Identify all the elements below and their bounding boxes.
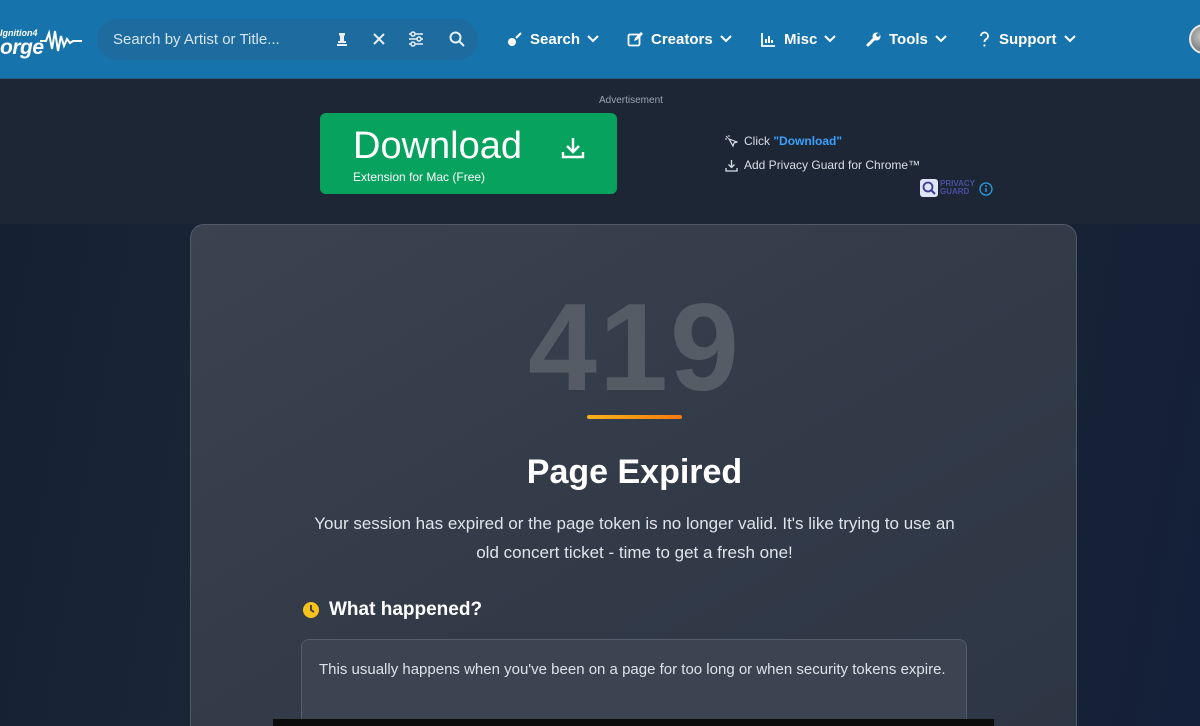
download-small-icon xyxy=(725,159,738,172)
chevron-down-icon xyxy=(935,35,947,43)
nav-misc[interactable]: Misc xyxy=(760,28,837,50)
top-navigation-bar: Ignition4 orge Search Creators Misc xyxy=(0,0,1200,79)
nav-misc-label: Misc xyxy=(784,30,818,48)
error-card: 419 Page Expired Your session has expire… xyxy=(190,224,1077,726)
download-icon xyxy=(561,138,585,159)
advertisement-label: Advertisement xyxy=(599,95,663,106)
question-mark-icon xyxy=(980,31,989,47)
error-code: 419 xyxy=(528,279,741,417)
what-happened-heading: What happened? xyxy=(302,598,482,622)
nav-creators-label: Creators xyxy=(651,30,713,48)
nav-search-label: Search xyxy=(530,30,581,48)
bar-chart-icon xyxy=(761,32,775,47)
ad-click-highlight: "Download" xyxy=(773,134,843,148)
search-bar xyxy=(97,19,478,60)
nav-support[interactable]: Support xyxy=(977,28,1076,50)
ad-instruction-click: Click "Download" xyxy=(725,134,842,148)
chevron-down-icon xyxy=(719,35,732,43)
clear-icon[interactable] xyxy=(370,30,388,48)
error-title: Page Expired xyxy=(526,453,743,491)
user-avatar[interactable] xyxy=(1189,24,1200,54)
error-description: Your session has expired or the page tok… xyxy=(314,514,955,562)
accent-divider xyxy=(587,415,682,419)
nav-search[interactable]: Search xyxy=(506,28,599,50)
ad-instruction-add: Add Privacy Guard for Chrome™ xyxy=(725,158,920,172)
what-happened-box: This usually happens when you've been on… xyxy=(301,639,967,726)
clock-icon xyxy=(303,602,319,618)
chevron-down-icon xyxy=(824,35,837,43)
cursor-click-icon xyxy=(725,134,738,147)
filter-sliders-icon[interactable] xyxy=(407,30,425,48)
what-happened-text: This usually happens when you've been on… xyxy=(319,661,946,678)
shield-magnifier-icon xyxy=(920,179,938,197)
nav-tools[interactable]: Tools xyxy=(865,28,947,50)
nav-tools-label: Tools xyxy=(889,30,928,48)
chevron-down-icon xyxy=(587,35,599,43)
ad-download-subtitle: Extension for Mac (Free) xyxy=(353,170,486,184)
bottom-overlay-strip xyxy=(273,719,994,726)
nav-support-label: Support xyxy=(999,30,1057,48)
ad-click-prefix: Click xyxy=(744,134,774,148)
search-input[interactable] xyxy=(113,29,323,50)
search-icon[interactable] xyxy=(448,30,466,48)
privacy-guard-logo[interactable]: PRIVACY GUARD xyxy=(919,178,993,198)
ad-download-button[interactable]: Download Extension for Mac (Free) xyxy=(320,113,617,194)
site-logo[interactable]: Ignition4 orge xyxy=(0,22,90,59)
ad-download-title: Download xyxy=(353,125,522,167)
wrench-icon xyxy=(866,32,881,46)
info-icon[interactable] xyxy=(979,182,993,196)
chevron-down-icon xyxy=(1063,35,1076,43)
ad-add-text: Add Privacy Guard for Chrome™ xyxy=(744,158,921,172)
what-happened-label: What happened? xyxy=(329,599,483,620)
guitar-icon xyxy=(508,31,522,46)
advertisement-banner: Advertisement Download Extension for Mac… xyxy=(0,80,1200,224)
waveform-icon xyxy=(40,29,82,52)
privacy-guard-text-2: GUARD xyxy=(940,187,970,196)
edit-icon xyxy=(627,31,643,46)
chess-piece-icon[interactable] xyxy=(333,30,351,48)
nav-creators[interactable]: Creators xyxy=(627,28,732,50)
logo-main-text: orge xyxy=(0,36,44,59)
